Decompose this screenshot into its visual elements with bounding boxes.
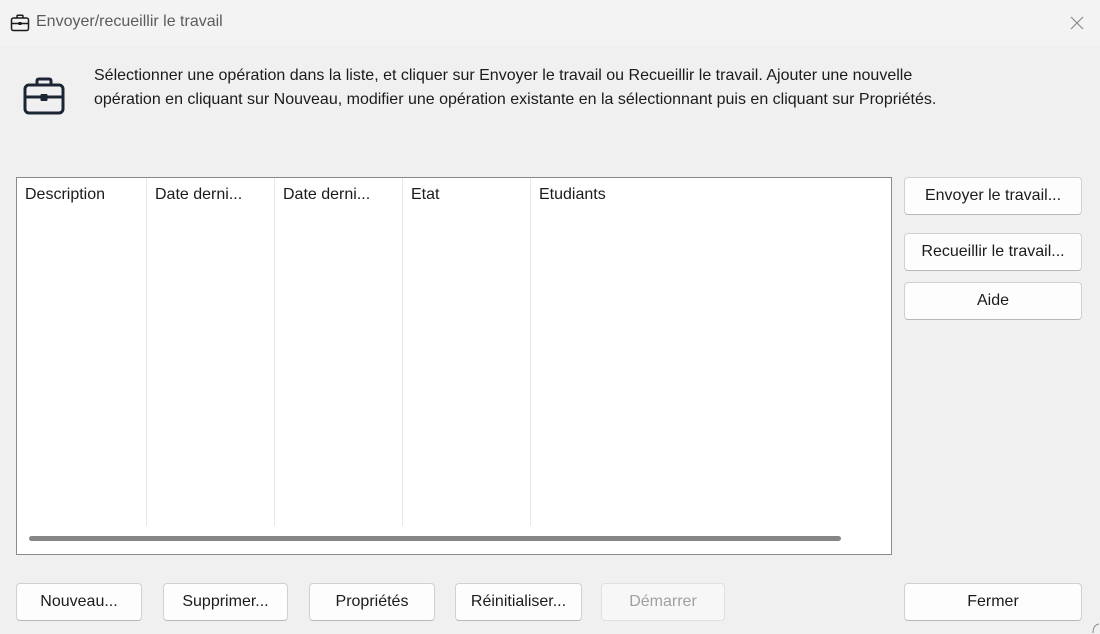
- column-header-date-1[interactable]: Date derni...: [147, 178, 275, 526]
- collect-work-button[interactable]: Recueillir le travail...: [904, 233, 1082, 271]
- scrollbar-thumb[interactable]: [29, 536, 841, 541]
- properties-button[interactable]: Propriétés: [309, 583, 435, 621]
- operations-list[interactable]: Description Date derni... Date derni... …: [16, 177, 892, 555]
- reset-button[interactable]: Réinitialiser...: [455, 583, 582, 621]
- instructions-line-1: Sélectionner une opération dans la liste…: [94, 67, 913, 84]
- start-button[interactable]: Démarrer: [601, 583, 725, 621]
- dialog-content: Sélectionner une opération dans la liste…: [0, 46, 1100, 634]
- instructions-text: Sélectionner une opération dans la liste…: [94, 64, 1094, 112]
- title-bar: Envoyer/recueillir le travail: [0, 0, 1100, 46]
- close-dialog-button[interactable]: Fermer: [904, 583, 1082, 621]
- column-header-etat[interactable]: Etat: [403, 178, 531, 526]
- new-button[interactable]: Nouveau...: [16, 583, 142, 621]
- column-header-etudiants[interactable]: Etudiants: [531, 178, 891, 526]
- column-header-date-2[interactable]: Date derni...: [275, 178, 403, 526]
- send-work-button[interactable]: Envoyer le travail...: [904, 177, 1082, 215]
- column-header-description[interactable]: Description: [17, 178, 147, 526]
- horizontal-scrollbar[interactable]: [17, 526, 891, 554]
- close-button[interactable]: [1054, 0, 1100, 46]
- help-button[interactable]: Aide: [904, 282, 1082, 320]
- close-icon: [1070, 16, 1084, 30]
- resize-grip-icon[interactable]: [1090, 620, 1100, 634]
- window-title: Envoyer/recueillir le travail: [36, 13, 223, 30]
- briefcase-icon: [23, 77, 65, 115]
- instructions-line-2: opération en cliquant sur Nouveau, modif…: [94, 91, 937, 108]
- delete-button[interactable]: Supprimer...: [163, 583, 288, 621]
- briefcase-icon: [10, 14, 30, 32]
